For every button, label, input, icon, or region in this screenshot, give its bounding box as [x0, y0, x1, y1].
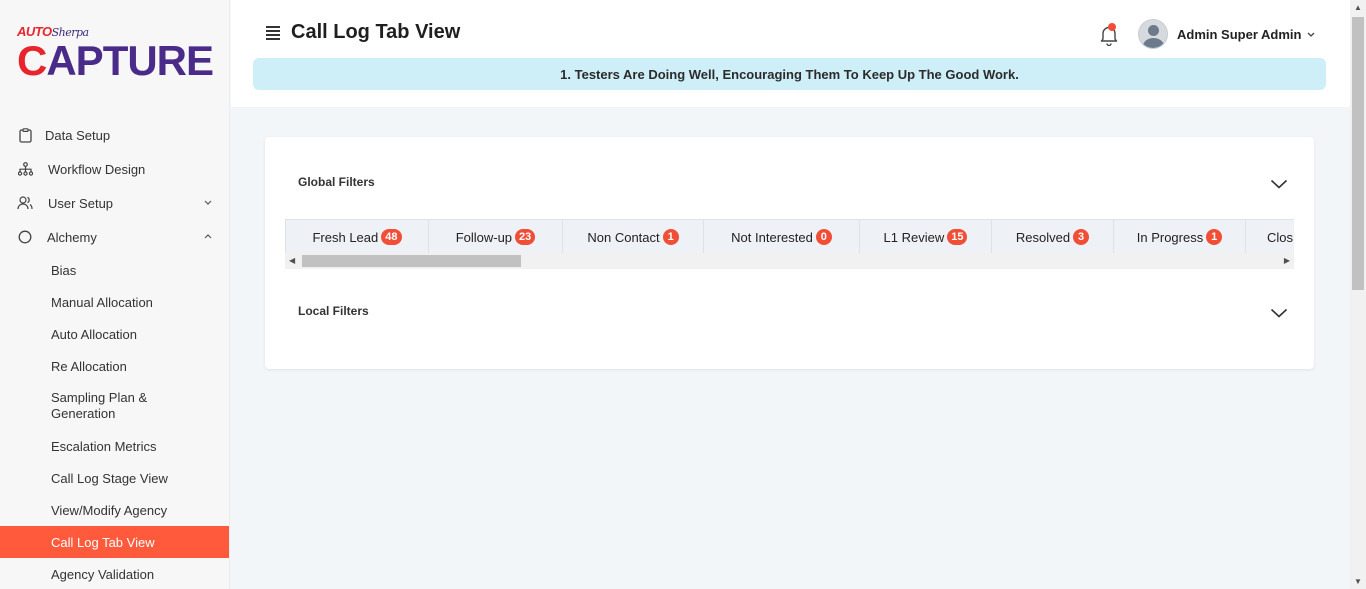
sidebar-item-label: User Setup: [48, 195, 114, 211]
scrollbar-thumb[interactable]: [302, 255, 521, 267]
tab-label: Not Interested: [731, 229, 813, 245]
status-tabs: Fresh Lead 48 Follow-up 23 Non Contact 1 No…: [285, 219, 1294, 270]
sidebar-item-user-setup[interactable]: User Setup: [0, 186, 229, 220]
global-filters-title[interactable]: Global Filters: [298, 175, 375, 189]
notification-dot: [1108, 23, 1116, 31]
filters-card: Global Filters Fresh Lead 48 Follow-up 23 …: [265, 137, 1314, 369]
sidebar-subitem-call-log-tab-view[interactable]: Call Log Tab View: [0, 526, 229, 558]
page-title: Call Log Tab View: [291, 21, 461, 43]
count-badge: 3: [1073, 229, 1090, 245]
sidebar-subitem-sampling-plan[interactable]: Sampling Plan & Generation: [0, 382, 229, 430]
local-filters-title[interactable]: Local Filters: [298, 304, 369, 318]
sidebar-item-label: Workflow Design: [48, 161, 146, 177]
sidebar-subitem-call-log-stage-view[interactable]: Call Log Stage View: [0, 462, 229, 494]
tab-label: Follow-up: [455, 229, 513, 245]
count-badge: 1: [662, 229, 679, 245]
sidebar-item-label: Data Setup: [45, 127, 111, 143]
tabs-horizontal-scrollbar[interactable]: ◀ ▶: [285, 253, 1294, 269]
avatar[interactable]: [1138, 19, 1168, 49]
sidebar-subitem-re-allocation[interactable]: Re Allocation: [0, 350, 229, 382]
top-header: Call Log Tab View Admin Super Admin 1. T…: [231, 0, 1350, 107]
chevron-down-icon[interactable]: [1270, 176, 1288, 189]
chevron-down-icon: [204, 197, 212, 208]
logo-brand-main: CAPTURE: [17, 37, 214, 84]
clipboard-icon: [17, 127, 33, 143]
tab-label: In Progress: [1136, 229, 1204, 245]
tab-fresh-lead[interactable]: Fresh Lead 48: [286, 220, 429, 254]
circle-icon: [17, 229, 33, 245]
page-vertical-scrollbar[interactable]: ▲ ▼: [1350, 0, 1366, 589]
tab-label: Resolved: [1015, 229, 1071, 245]
chevron-down-icon[interactable]: [1307, 29, 1315, 39]
tab-label: Fresh Lead: [312, 229, 379, 245]
tab-in-progress[interactable]: In Progress 1: [1114, 220, 1246, 254]
scroll-left-arrow-icon[interactable]: ◀: [289, 256, 295, 265]
tab-label: Clos: [1267, 229, 1294, 245]
sidebar-item-workflow-design[interactable]: Workflow Design: [0, 152, 229, 186]
count-badge: 0: [815, 229, 832, 245]
sidebar-nav: Data Setup Workflow Design User Setup Al…: [0, 118, 229, 589]
sidebar-subitem-manual-allocation[interactable]: Manual Allocation: [0, 286, 229, 318]
scroll-right-arrow-icon[interactable]: ▶: [1284, 256, 1290, 265]
sidebar: AUTOSherpa CAPTURE Data Setup Workflow D…: [0, 0, 230, 589]
sidebar-item-data-setup[interactable]: Data Setup: [0, 118, 229, 152]
sidebar-subitem-escalation-metrics[interactable]: Escalation Metrics: [0, 430, 229, 462]
sidebar-subitem-bias[interactable]: Bias: [0, 254, 229, 286]
tab-label: Non Contact: [587, 229, 660, 245]
hamburger-menu-icon[interactable]: [266, 26, 280, 40]
count-badge: 15: [947, 229, 968, 245]
tab-l1-review[interactable]: L1 Review 15: [860, 220, 992, 254]
tab-closed[interactable]: Clos: [1246, 220, 1294, 254]
chevron-down-icon[interactable]: [1270, 305, 1288, 318]
tab-resolved[interactable]: Resolved 3: [992, 220, 1114, 254]
status-tab-strip: Fresh Lead 48 Follow-up 23 Non Contact 1 No…: [285, 219, 1294, 254]
sitemap-icon: [17, 161, 33, 177]
tab-follow-up[interactable]: Follow-up 23: [429, 220, 563, 254]
tab-label: L1 Review: [883, 229, 945, 245]
count-badge: 48: [381, 229, 402, 245]
sidebar-item-label: Alchemy: [47, 229, 97, 245]
chevron-up-icon: [204, 231, 212, 242]
sidebar-subitem-agency-validation[interactable]: Agency Validation: [0, 558, 229, 589]
sidebar-subitem-view-modify-agency[interactable]: View/Modify Agency: [0, 494, 229, 526]
sidebar-item-alchemy[interactable]: Alchemy: [0, 220, 229, 254]
count-badge: 23: [515, 229, 536, 245]
announcement-banner: 1. Testers Are Doing Well, Encouraging T…: [253, 58, 1326, 90]
sidebar-subitem-auto-allocation[interactable]: Auto Allocation: [0, 318, 229, 350]
capture-logo[interactable]: AUTOSherpa CAPTURE: [17, 24, 217, 88]
users-icon: [17, 195, 33, 211]
tab-not-interested[interactable]: Not Interested 0: [704, 220, 860, 254]
count-badge: 1: [1206, 229, 1223, 245]
tab-non-contact[interactable]: Non Contact 1: [563, 220, 704, 254]
scroll-up-arrow-icon[interactable]: ▲: [1354, 3, 1362, 12]
scrollbar-thumb[interactable]: [1352, 17, 1364, 290]
user-name[interactable]: Admin Super Admin: [1177, 27, 1301, 42]
scroll-down-arrow-icon[interactable]: ▼: [1354, 577, 1362, 586]
